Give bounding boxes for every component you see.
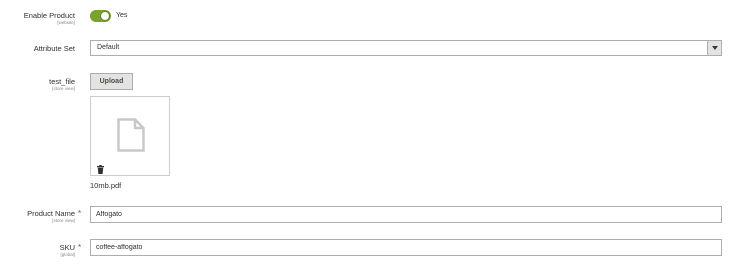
product-name-label: Product Name: [27, 209, 75, 218]
file-name: 10mb.pdf: [90, 181, 122, 190]
upload-button[interactable]: Upload: [90, 73, 133, 90]
product-name-required-mark: *: [78, 209, 82, 218]
toggle-knob: [100, 11, 110, 21]
document-icon: [117, 118, 145, 157]
product-name-label-group: Product Name [store view]: [0, 209, 75, 224]
attribute-set-label-group: Attribute Set: [0, 44, 75, 53]
enable-product-label: Enable Product: [23, 11, 75, 20]
chevron-down-icon: [712, 46, 718, 50]
attribute-set-label: Attribute Set: [33, 44, 75, 53]
trash-icon[interactable]: [97, 161, 104, 179]
product-name-scope: [store view]: [52, 218, 75, 223]
sku-input[interactable]: [90, 239, 722, 256]
enable-product-label-group: Enable Product [website]: [0, 11, 75, 26]
test-file-label-group: test_file [store view]: [0, 77, 75, 92]
attribute-set-select[interactable]: Default: [90, 40, 722, 56]
file-preview: [90, 96, 170, 176]
product-name-input[interactable]: [90, 206, 722, 223]
attribute-set-dropdown-button[interactable]: [707, 41, 721, 55]
attribute-set-value: Default: [97, 44, 120, 51]
enable-product-scope: [website]: [57, 20, 75, 25]
test-file-scope: [store view]: [52, 86, 75, 91]
sku-label: SKU: [59, 243, 75, 252]
enable-product-state: Yes: [116, 12, 128, 19]
enable-product-toggle[interactable]: [90, 10, 111, 22]
sku-label-group: SKU [global]: [0, 243, 75, 258]
sku-required-mark: *: [78, 243, 82, 252]
sku-scope: [global]: [60, 252, 75, 257]
test-file-label: test_file: [49, 77, 75, 86]
